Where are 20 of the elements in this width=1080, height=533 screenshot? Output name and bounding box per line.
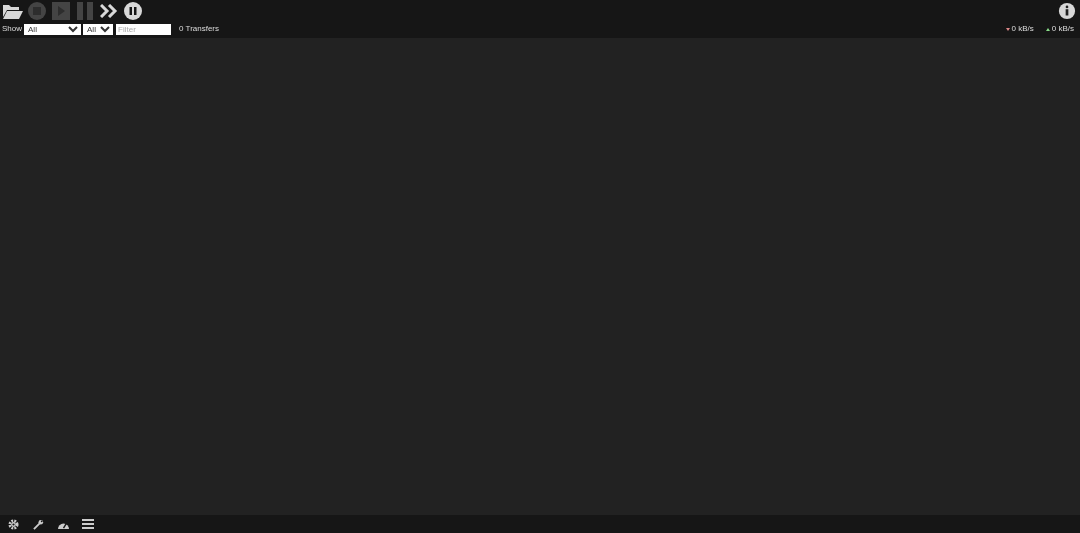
pause-all-button[interactable]	[122, 0, 144, 22]
folder-icon	[2, 3, 24, 19]
settings-button[interactable]	[6, 517, 20, 531]
preferences-button[interactable]	[31, 517, 45, 531]
settings-icon	[7, 518, 19, 530]
list-button[interactable]	[81, 517, 95, 531]
filter-field[interactable]: Filter	[116, 23, 171, 35]
show-label: Show	[2, 24, 22, 34]
transfer-count: 0 Transfers	[179, 24, 220, 34]
state-filter-select[interactable]: All	[24, 23, 81, 35]
upload-speed: 0 kB/s	[1051, 24, 1074, 34]
pause-icon	[76, 1, 94, 21]
up-arrow-icon	[1045, 27, 1050, 31]
wrench-icon	[32, 518, 44, 530]
download-speed: 0 kB/s	[1011, 24, 1034, 34]
list-icon	[82, 519, 94, 529]
info-button[interactable]	[1056, 0, 1078, 22]
double-chevron-icon	[100, 4, 118, 18]
down-arrow-icon	[1005, 27, 1010, 31]
tracker-filter-select[interactable]: All	[83, 23, 113, 35]
